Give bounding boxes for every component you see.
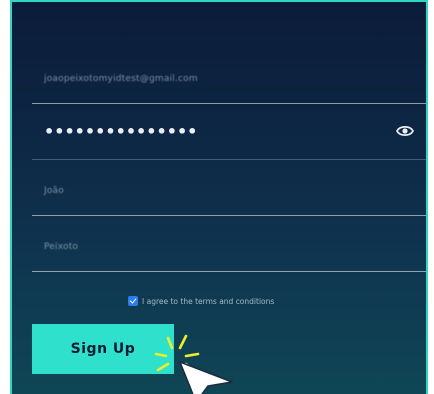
first-name-value: João	[44, 186, 64, 196]
last-name-value: Peixoto	[44, 242, 79, 252]
terms-label[interactable]: I agree to the terms and conditions	[142, 297, 274, 306]
first-name-field[interactable]: João	[32, 160, 426, 216]
password-field[interactable]: •••••••••••••••	[32, 104, 426, 160]
password-value: •••••••••••••••	[44, 122, 198, 141]
signup-panel: joaopeixotomyidtest@gmail.com ••••••••••…	[10, 0, 428, 394]
email-value: joaopeixotomyidtest@gmail.com	[44, 74, 198, 84]
eye-icon[interactable]	[396, 124, 414, 138]
cursor-arrow-icon	[179, 361, 233, 394]
terms-row: I agree to the terms and conditions	[128, 294, 274, 308]
last-name-field[interactable]: Peixoto	[32, 216, 426, 272]
terms-checkbox[interactable]	[128, 296, 138, 306]
signup-form: joaopeixotomyidtest@gmail.com ••••••••••…	[32, 48, 426, 272]
email-field[interactable]: joaopeixotomyidtest@gmail.com	[32, 48, 426, 104]
